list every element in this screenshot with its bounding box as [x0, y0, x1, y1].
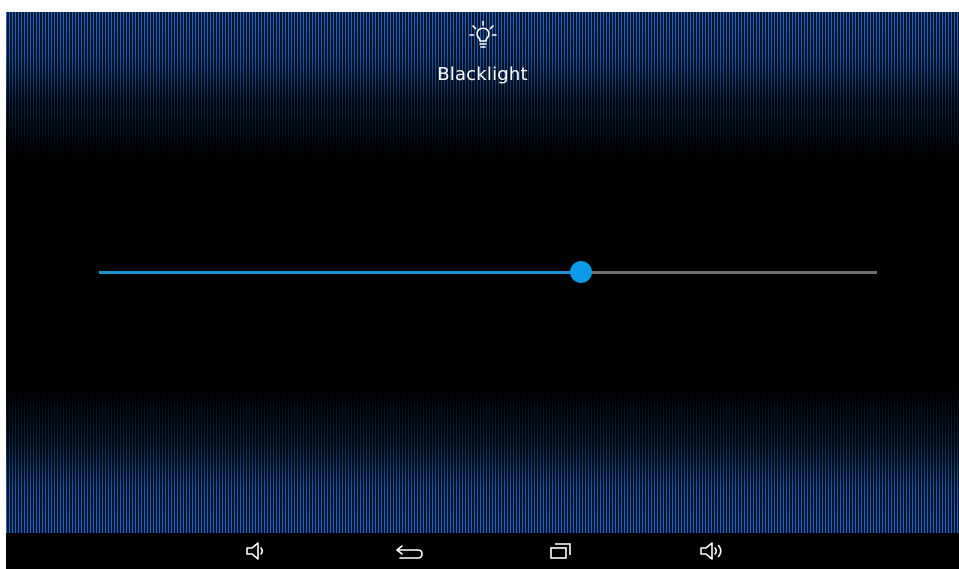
recent-apps-button[interactable] [547, 539, 575, 563]
back-icon [394, 541, 424, 561]
recent-apps-icon [548, 541, 574, 561]
volume-up-icon [699, 541, 729, 561]
volume-down-icon [245, 541, 267, 561]
bottom-texture [6, 383, 959, 533]
brightness-slider[interactable] [99, 261, 877, 283]
back-button[interactable] [395, 539, 423, 563]
slider-thumb[interactable] [570, 261, 593, 283]
slider-fill [99, 271, 582, 274]
title-icon-area [6, 20, 959, 54]
volume-down-button[interactable] [242, 539, 270, 563]
backlight-screen: Blacklight [6, 12, 959, 533]
lightbulb-icon [468, 20, 498, 50]
screen-title: Blacklight [437, 64, 528, 85]
navigation-bar [6, 533, 959, 569]
volume-up-button[interactable] [700, 539, 728, 563]
device-screen-frame: Blacklight [6, 12, 959, 569]
